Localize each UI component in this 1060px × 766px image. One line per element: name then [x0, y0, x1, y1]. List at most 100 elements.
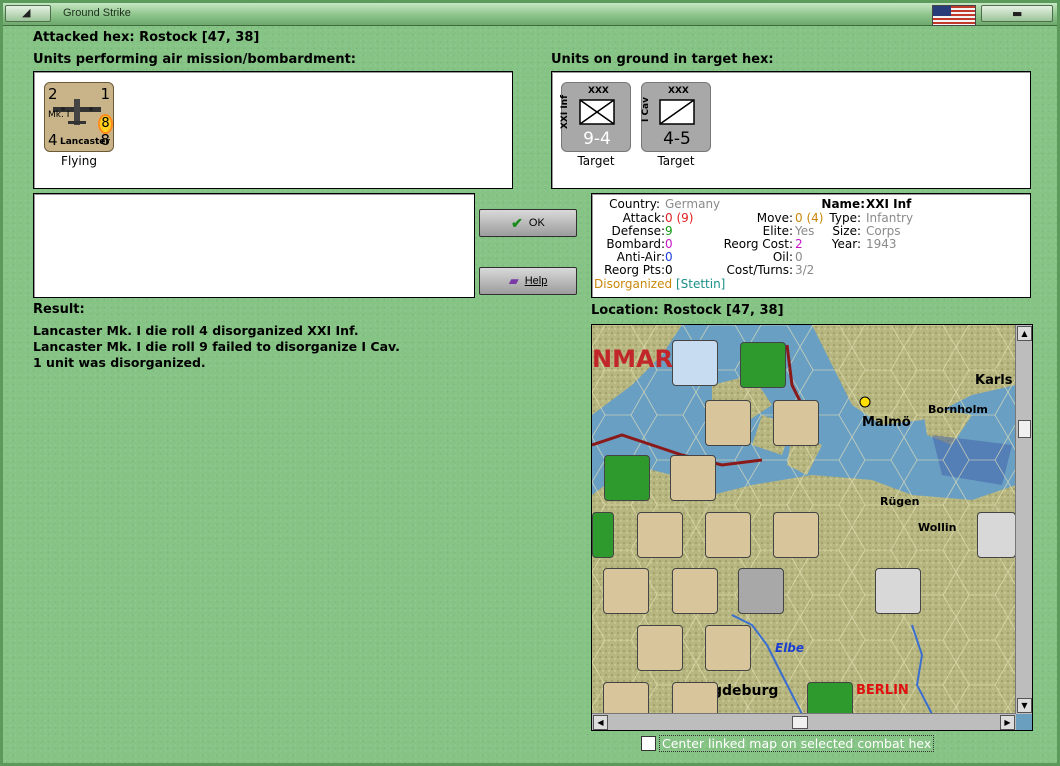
- map-unit-counter[interactable]: [740, 342, 786, 388]
- attacked-hex-row: Attacked hex: Rostock [47, 38]: [33, 30, 259, 45]
- antiair-value: 0: [665, 250, 673, 264]
- oil-label: Oil:: [772, 250, 793, 264]
- year-value: 1943: [866, 237, 897, 251]
- country-label: Country:: [609, 197, 660, 211]
- horizontal-scroll-thumb[interactable]: [792, 716, 808, 729]
- help-label: Help: [524, 275, 548, 287]
- attack-label: Attack:: [622, 211, 665, 225]
- map-label-karlskrona: Karls: [975, 373, 1013, 388]
- map-unit-counter[interactable]: [773, 400, 819, 446]
- map-unit-counter[interactable]: [604, 455, 650, 501]
- elite-value: Yes: [795, 224, 815, 238]
- map-unit-counter[interactable]: [705, 512, 751, 558]
- counter-variant: Mk. I: [48, 110, 70, 120]
- lancaster-status: Flying: [61, 154, 97, 168]
- lancaster-counter[interactable]: 2 1 Mk. I 8 4 Lancaster 8: [44, 82, 114, 152]
- map-unit-counter[interactable]: [592, 512, 614, 558]
- counter-size: XXX: [668, 86, 689, 96]
- defense-value: 9: [665, 224, 673, 238]
- nation-flag-icon: [932, 5, 976, 26]
- map-unit-counter[interactable]: [738, 568, 784, 614]
- map-unit-counter[interactable]: [705, 400, 751, 446]
- center-map-checkbox[interactable]: [641, 736, 656, 751]
- ok-label: OK: [528, 217, 545, 229]
- i-cav-status: Target: [657, 154, 695, 168]
- name-label: Name:: [821, 197, 865, 211]
- window-title: Ground Strike: [63, 7, 131, 19]
- map-unit-counter[interactable]: [670, 455, 716, 501]
- map-unit-counter[interactable]: [637, 625, 683, 671]
- location-row: Location: Rostock [47, 38]: [591, 303, 784, 318]
- close-button[interactable]: ▬: [981, 5, 1053, 22]
- result-line: 1 unit was disorganized.: [33, 355, 206, 370]
- help-book-icon: ▰: [508, 273, 519, 288]
- counter-strength: 4-5: [663, 129, 691, 149]
- scroll-up-arrow-icon[interactable]: ▲: [1017, 326, 1032, 341]
- bombard-label: Bombard:: [606, 237, 665, 251]
- attack-mod: (9): [676, 211, 694, 225]
- xxi-inf-counter[interactable]: XXX XXI Inf 9-4: [560, 82, 631, 152]
- year-label: Year:: [831, 237, 861, 251]
- map-label-rugen: Rügen: [880, 495, 920, 508]
- move-label: Move:: [756, 211, 793, 225]
- attack-value: 0: [665, 211, 673, 225]
- reorg-value: 0: [665, 263, 673, 277]
- map-vertical-scrollbar[interactable]: ▲ ▼: [1015, 325, 1032, 714]
- cost-turns-value: 3/2: [795, 263, 815, 277]
- size-label: Size:: [832, 224, 861, 238]
- result-line: Lancaster Mk. I die roll 4 disorganized …: [33, 323, 359, 338]
- counter-unit-name: I Cav: [641, 97, 651, 123]
- counter-bottom-left: 4: [48, 131, 58, 149]
- air-units-heading: Units performing air mission/bombardment…: [33, 52, 357, 67]
- scroll-left-arrow-icon[interactable]: ◀: [593, 715, 608, 730]
- map-unit-counter[interactable]: [977, 512, 1016, 558]
- result-heading: Result:: [33, 302, 85, 317]
- help-button[interactable]: ▰ Help: [479, 267, 577, 295]
- name-value: XXI Inf: [866, 197, 912, 211]
- scroll-right-arrow-icon[interactable]: ▶: [1000, 715, 1015, 730]
- checkmark-icon: ✔: [511, 214, 523, 231]
- map-unit-counter[interactable]: [637, 512, 683, 558]
- oil-value: 0: [795, 250, 803, 264]
- vertical-scroll-thumb[interactable]: [1018, 420, 1031, 438]
- map-unit-counter[interactable]: [773, 512, 819, 558]
- map-label-malmo: Malmö: [862, 415, 911, 430]
- location-value: Rostock [47, 38]: [663, 303, 784, 318]
- cost-turns-label: Cost/Turns:: [726, 263, 793, 277]
- size-value: Corps: [866, 224, 901, 238]
- xxi-inf-status: Target: [577, 154, 615, 168]
- center-map-label[interactable]: Center linked map on selected combat hex: [659, 735, 935, 752]
- type-value: Infantry: [866, 211, 914, 225]
- result-line: Lancaster Mk. I die roll 9 failed to dis…: [33, 339, 400, 354]
- ground-strike-window: ◢ Ground Strike ▬ Attacked hex: Rostock …: [0, 0, 1060, 766]
- map-unit-counter[interactable]: [672, 340, 718, 386]
- map-label-berlin: BERLIN: [856, 683, 909, 698]
- map-label-denmark: NMAR: [592, 345, 674, 373]
- linked-map[interactable]: NMAR Karls Malmö Bornholm Rügen Wollin E…: [591, 324, 1033, 731]
- i-cav-counter[interactable]: XXX I Cav 4-5: [641, 82, 711, 152]
- scroll-down-arrow-icon[interactable]: ▼: [1017, 698, 1032, 713]
- elite-label: Elite:: [762, 224, 793, 238]
- type-label: Type:: [829, 211, 861, 225]
- ok-button[interactable]: ✔ OK: [479, 209, 577, 237]
- reorg-cost-value: 2: [795, 237, 803, 251]
- infantry-symbol-icon: [579, 99, 615, 125]
- status-row: Disorganized [Stettin]: [594, 277, 725, 291]
- window-menu-button[interactable]: ◢: [5, 5, 51, 22]
- map-unit-counter[interactable]: [705, 625, 751, 671]
- map-horizontal-scrollbar[interactable]: ◀ ▶: [592, 713, 1016, 730]
- move-value: 0: [795, 211, 803, 225]
- attacked-hex-value: Rostock [47, 38]: [139, 30, 260, 45]
- map-unit-counter[interactable]: [603, 568, 649, 614]
- message-box: [33, 193, 475, 298]
- map-label-wollin: Wollin: [918, 521, 957, 534]
- cavalry-symbol-icon: [659, 99, 695, 125]
- defense-label: Defense:: [611, 224, 665, 238]
- disorganized-status: Disorganized: [594, 277, 673, 291]
- antiair-label: Anti-Air:: [616, 250, 665, 264]
- unit-info-panel: Country: Germany Attack: 0 (9) Defense: …: [591, 193, 1031, 298]
- attacked-hex-label: Attacked hex:: [33, 30, 135, 45]
- map-unit-counter[interactable]: [672, 568, 718, 614]
- map-unit-counter[interactable]: [875, 568, 921, 614]
- home-location: [Stettin]: [675, 277, 726, 291]
